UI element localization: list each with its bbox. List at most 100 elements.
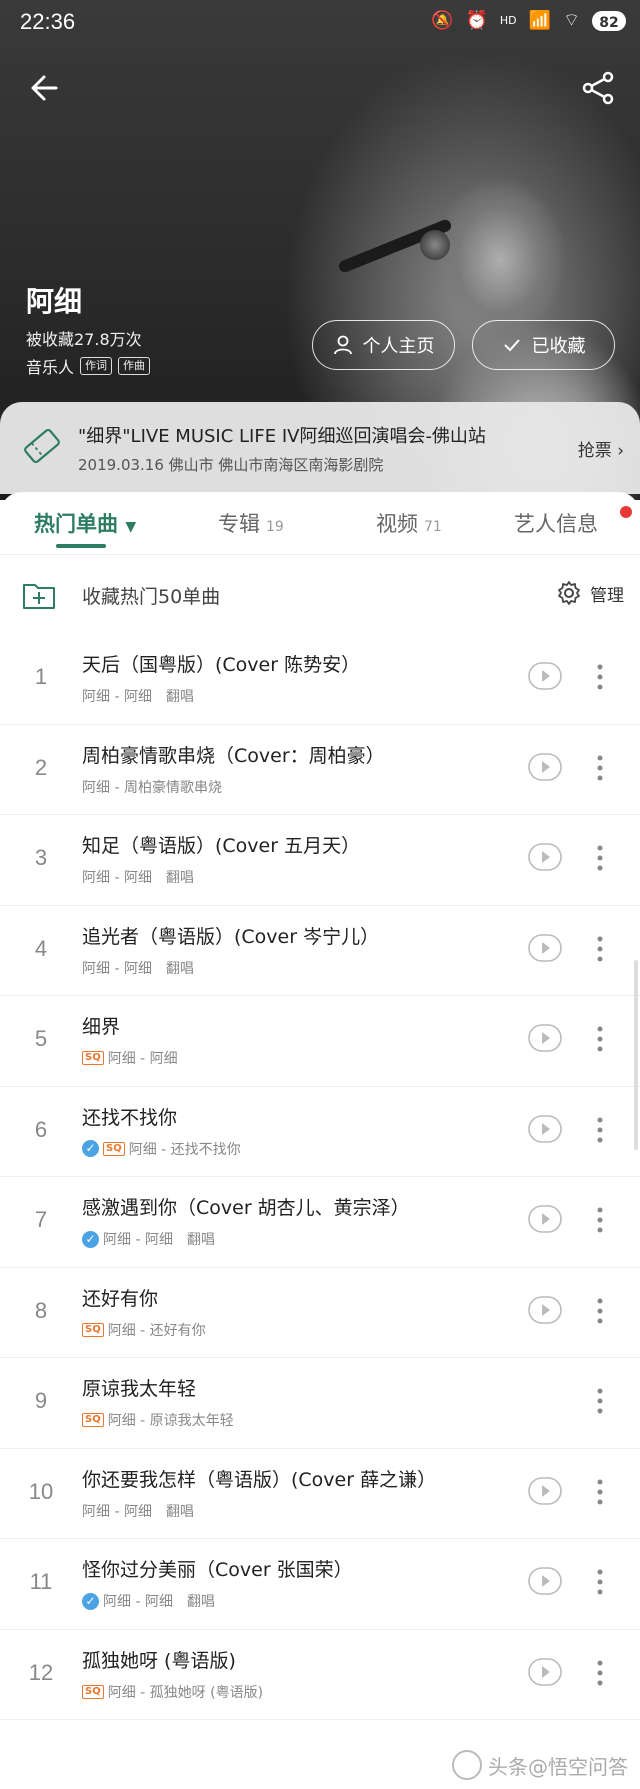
- song-row[interactable]: 7 感激遇到你（Cover 胡杏儿、黄宗泽） ✓ 阿细 - 阿细 翻唱: [0, 1177, 640, 1268]
- concert-subtitle: 2019.03.16 佛山市 佛山市南海区南海影剧院: [78, 456, 384, 474]
- song-row[interactable]: 4 追光者（粤语版）(Cover 岑宁儿） 阿细 - 阿细 翻唱: [0, 905, 640, 996]
- tab-videos-label: 视频: [376, 512, 418, 536]
- concert-banner[interactable]: "细界"LIVE MUSIC LIFE IV阿细巡回演唱会-佛山站 2019.0…: [0, 402, 640, 494]
- song-title: 细界: [82, 1016, 121, 1038]
- collect-top50-row[interactable]: 收藏热门50单曲 管理: [0, 556, 640, 635]
- play-video-icon[interactable]: [528, 933, 562, 962]
- more-options-icon[interactable]: [590, 1384, 610, 1418]
- more-options-icon[interactable]: [590, 1656, 610, 1690]
- more-options-icon[interactable]: [590, 660, 610, 694]
- song-meta: 阿细 - 周柏豪情歌串烧: [82, 777, 222, 797]
- notification-dot: [620, 506, 632, 518]
- grab-tickets-label: 抢票: [577, 441, 612, 461]
- sq-quality-badge: SQ: [82, 1322, 104, 1337]
- song-title: 知足（粤语版）(Cover 五月天）: [82, 835, 361, 857]
- song-artist-album: 阿细 - 原谅我太年轻: [107, 1413, 234, 1429]
- play-video-icon[interactable]: [528, 1657, 562, 1686]
- verified-check-icon: ✓: [82, 1140, 99, 1157]
- song-row[interactable]: 6 还找不找你 ✓ SQ 阿细 - 还找不找你: [0, 1086, 640, 1177]
- play-video-icon[interactable]: [528, 1476, 562, 1505]
- more-options-icon[interactable]: [590, 1565, 610, 1599]
- sq-quality-badge: SQ: [82, 1684, 104, 1699]
- gear-icon: [558, 581, 580, 605]
- play-video-icon[interactable]: [528, 752, 562, 781]
- song-meta: 阿细 - 阿细 翻唱: [82, 686, 194, 706]
- song-artist-album: 阿细 - 还找不找你: [128, 1141, 241, 1158]
- sq-quality-badge: SQ: [82, 1051, 104, 1065]
- song-title: 追光者（粤语版）(Cover 岑宁儿）: [82, 925, 380, 948]
- tab-bar: 热门单曲 ▼ 专辑 19 视频 71 艺人信息: [0, 492, 640, 555]
- song-artist-album: 阿细 - 阿细: [107, 1051, 178, 1067]
- song-row[interactable]: 11 怪你过分美丽（Cover 张国荣） ✓ 阿细 - 阿细 翻唱: [0, 1539, 640, 1630]
- more-options-icon[interactable]: [590, 1203, 610, 1237]
- more-options-icon[interactable]: [590, 751, 610, 785]
- song-meta: ✓ 阿细 - 阿细 翻唱: [82, 1591, 215, 1611]
- song-index: 11: [29, 1569, 53, 1594]
- status-bar: 22:36 🔕 ⏰ HD 📶 ⌔ 82: [0, 0, 640, 44]
- more-options-icon[interactable]: [590, 1022, 610, 1056]
- wukong-logo-icon: [452, 1750, 482, 1780]
- song-artist-album: 阿细 - 还好有你: [107, 1322, 206, 1339]
- song-row[interactable]: 3 知足（粤语版）(Cover 五月天） 阿细 - 阿细 翻唱: [0, 815, 640, 906]
- song-index: 10: [28, 1478, 54, 1504]
- song-meta: SQ 阿细 - 原谅我太年轻: [82, 1410, 234, 1430]
- more-options-icon[interactable]: [590, 1294, 610, 1328]
- grab-tickets-link[interactable]: 抢票 ›: [578, 436, 624, 461]
- wifi-icon: ⌔: [563, 10, 580, 31]
- collect-top50-label: 收藏热门50单曲: [82, 586, 221, 608]
- play-video-icon[interactable]: [528, 1295, 562, 1324]
- song-index: 2: [34, 754, 48, 780]
- play-video-icon[interactable]: [528, 843, 562, 871]
- tab-albums[interactable]: 专辑 19: [218, 508, 284, 538]
- favorited-button[interactable]: 已收藏: [472, 320, 615, 370]
- song-title: 周柏豪情歌串烧（Cover：周柏豪）: [82, 744, 385, 767]
- song-row[interactable]: 5 细界 SQ 阿细 - 阿细: [0, 996, 640, 1087]
- artist-roles: 音乐人 作词 作曲: [26, 354, 151, 378]
- song-index: 6: [34, 1116, 48, 1142]
- dropdown-triangle-icon: ▼: [125, 519, 137, 535]
- watermark: 头条@悟空问答: [452, 1750, 628, 1780]
- more-options-icon[interactable]: [590, 1113, 610, 1147]
- tab-videos[interactable]: 视频 71: [376, 508, 442, 538]
- song-title: 感激遇到你（Cover 胡杏儿、黄宗泽）: [82, 1197, 410, 1219]
- play-video-icon[interactable]: [528, 1567, 562, 1595]
- song-row[interactable]: 1 天后（国粤版）(Cover 陈势安） 阿细 - 阿细 翻唱: [0, 634, 640, 725]
- hd-label: HD: [499, 14, 517, 27]
- song-row[interactable]: 10 你还要我怎样（粤语版）(Cover 薛之谦） 阿细 - 阿细 翻唱: [0, 1448, 640, 1539]
- chevron-right-icon: ›: [617, 441, 624, 461]
- sq-quality-badge: SQ: [103, 1141, 125, 1156]
- song-index: 4: [34, 935, 48, 961]
- scrollbar[interactable]: [634, 960, 638, 1150]
- play-video-icon[interactable]: [528, 1024, 562, 1052]
- play-video-icon[interactable]: [528, 662, 562, 690]
- more-options-icon[interactable]: [590, 1475, 610, 1509]
- role-tag-composer: 作曲: [118, 357, 151, 375]
- song-artist-album: 阿细 - 阿细 翻唱: [82, 1503, 194, 1520]
- song-row[interactable]: 2 周柏豪情歌串烧（Cover：周柏豪） 阿细 - 周柏豪情歌串烧: [0, 724, 640, 815]
- tab-artist-info[interactable]: 艺人信息: [514, 508, 598, 538]
- song-meta: ✓ SQ 阿细 - 还找不找你: [82, 1139, 241, 1159]
- play-video-icon[interactable]: [528, 1114, 562, 1143]
- song-index: 5: [34, 1026, 48, 1051]
- song-index: 1: [34, 664, 48, 689]
- verified-check-icon: ✓: [82, 1592, 99, 1610]
- song-row[interactable]: 8 还好有你 SQ 阿细 - 还好有你: [0, 1267, 640, 1358]
- share-icon[interactable]: [578, 68, 618, 108]
- manage-button[interactable]: 管理: [556, 580, 624, 606]
- song-list: 1 天后（国粤版）(Cover 陈势安） 阿细 - 阿细 翻唱 2 周柏豪情歌串烧（Co…: [0, 634, 640, 1720]
- song-index: 7: [34, 1207, 48, 1232]
- more-options-icon[interactable]: [590, 841, 610, 875]
- tab-hot-songs[interactable]: 热门单曲 ▼: [34, 508, 136, 538]
- song-row[interactable]: 9 原谅我太年轻 SQ 阿细 - 原谅我太年轻: [0, 1358, 640, 1449]
- active-tab-indicator: [56, 544, 106, 548]
- tab-videos-count: 71: [424, 519, 442, 535]
- play-video-icon[interactable]: [528, 1205, 562, 1233]
- person-icon: [333, 335, 352, 355]
- song-meta: 阿细 - 阿细 翻唱: [82, 867, 194, 887]
- song-artist-album: 阿细 - 阿细 翻唱: [82, 870, 194, 886]
- more-options-icon[interactable]: [590, 932, 610, 966]
- role-tag-lyricist: 作词: [80, 357, 113, 375]
- song-row[interactable]: 12 孤独她呀 (粤语版) SQ 阿细 - 孤独她呀 (粤语版): [0, 1629, 640, 1720]
- personal-homepage-button[interactable]: 个人主页: [312, 320, 455, 370]
- back-arrow-icon[interactable]: [26, 68, 66, 108]
